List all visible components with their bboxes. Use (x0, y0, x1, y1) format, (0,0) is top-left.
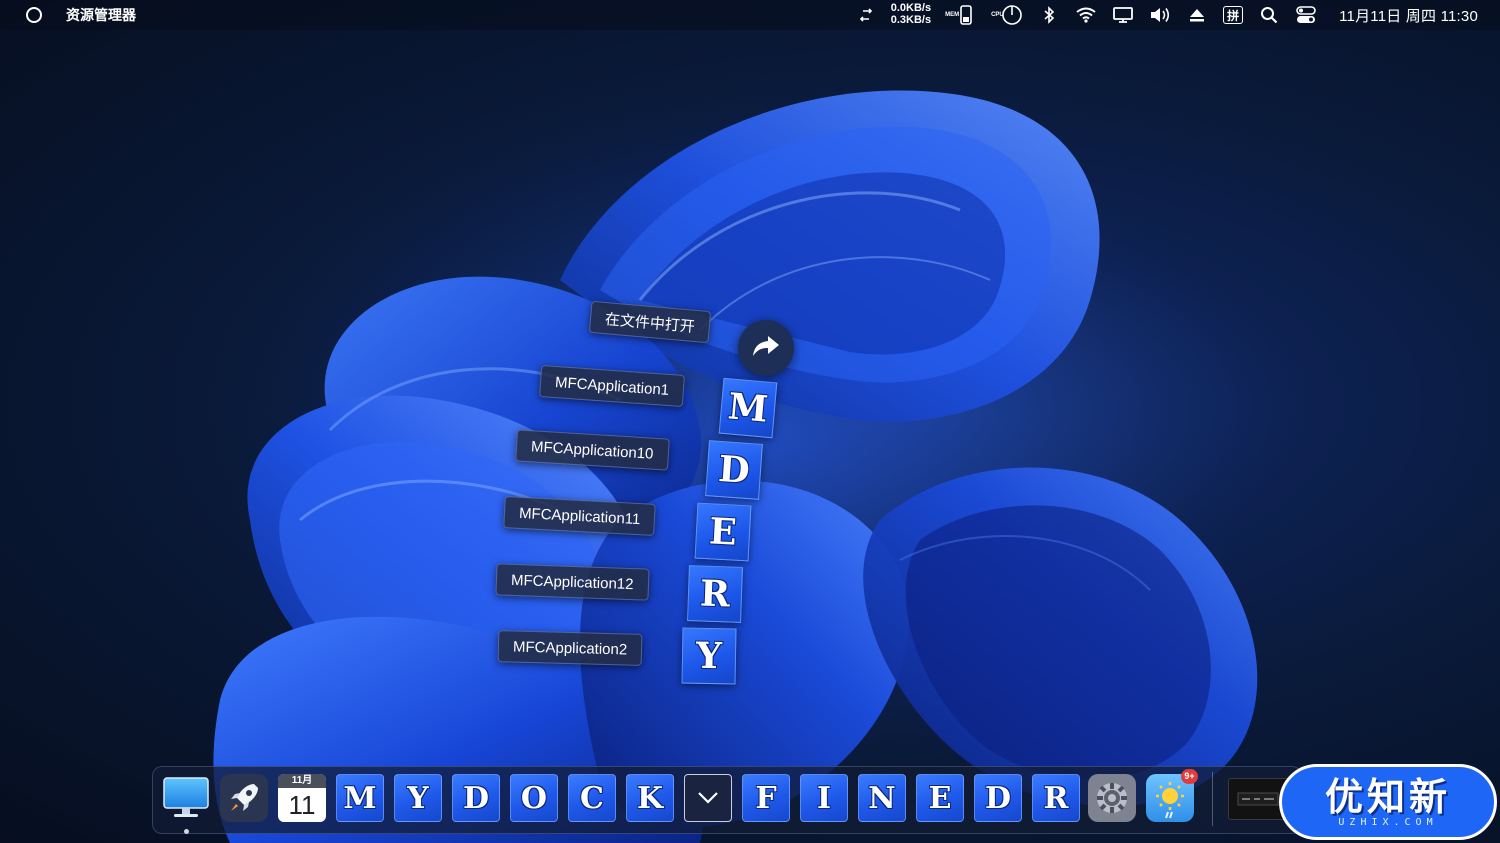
watermark-subtitle: UZHIX.COM (1338, 816, 1438, 828)
share-arrow-icon (752, 335, 780, 362)
stack-item-mfcapplication12[interactable]: MFCApplication12 (495, 563, 650, 601)
dock-letter-n[interactable]: N (858, 774, 906, 822)
network-download-speed: 0.3KB/s (890, 14, 932, 26)
calendar-month: 11月 (278, 774, 326, 788)
dock-finder[interactable] (162, 774, 210, 822)
letter-tile: O (510, 774, 558, 822)
circle-logo-icon[interactable] (26, 7, 42, 23)
status-area: 0.0KB/s 0.3KB/s MEM CPU 拼 11月11日 周四 11:3… (840, 0, 1478, 30)
sync-icon[interactable] (855, 4, 877, 26)
letter-tile: F (742, 774, 790, 822)
dock-letter-e[interactable]: E (916, 774, 964, 822)
chevron-down-icon (684, 774, 732, 822)
letter-tile: Y (394, 774, 442, 822)
stack-tile-d[interactable]: D (705, 440, 763, 500)
dock-letter-m[interactable]: M (336, 774, 384, 822)
search-icon[interactable] (1258, 4, 1280, 26)
letter-tile: R (1032, 774, 1080, 822)
stack-tile-m[interactable]: M (718, 377, 778, 439)
control-center-icon[interactable] (1295, 4, 1317, 26)
letter-tile: D (452, 774, 500, 822)
dock-stack-toggle[interactable] (684, 774, 732, 822)
site-watermark-logo: 优知新 UZHIX.COM (1279, 764, 1497, 840)
dock-letter-k[interactable]: K (626, 774, 674, 822)
finder-monitor-icon (162, 777, 210, 826)
watermark-title: 优知新 (1324, 774, 1451, 819)
cpu-label: CPU (991, 12, 1004, 18)
stack-tile-e[interactable]: E (694, 502, 752, 562)
dock-settings[interactable] (1088, 774, 1136, 822)
running-indicator (184, 829, 189, 834)
dock-letter-d-2[interactable]: D (974, 774, 1022, 822)
rocket-icon (220, 774, 268, 826)
letter-tile: D (974, 774, 1022, 822)
stack-tile-y[interactable]: Y (681, 627, 737, 685)
stack-tile-r[interactable]: R (687, 565, 743, 623)
dock-letter-r[interactable]: R (1032, 774, 1080, 822)
notification-badge: 9+ (1181, 769, 1198, 784)
app-title[interactable]: 资源管理器 (66, 5, 136, 25)
letter-tile: C (568, 774, 616, 822)
network-speed[interactable]: 0.0KB/s 0.3KB/s (891, 3, 931, 27)
gear-icon (1088, 774, 1136, 826)
menu-bar: 资源管理器 0.0KB/s 0.3KB/s MEM CPU 拼 11月11日 周… (0, 0, 1500, 30)
phone-icon[interactable] (955, 4, 977, 26)
wifi-icon[interactable] (1075, 4, 1097, 26)
dock-letter-i[interactable]: I (800, 774, 848, 822)
stack-share-button[interactable] (738, 320, 794, 376)
weather-sun-icon (1146, 774, 1194, 826)
dock-letter-f[interactable]: F (742, 774, 790, 822)
letter-tile: M (336, 774, 384, 822)
input-method-indicator[interactable]: 拼 (1223, 6, 1244, 24)
calendar-day: 11 (288, 790, 316, 820)
dock-calendar[interactable]: 11月 11 (278, 774, 326, 822)
letter-tile: I (800, 774, 848, 822)
letter-tile: K (626, 774, 674, 822)
letter-tile: N (858, 774, 906, 822)
volume-icon[interactable] (1149, 4, 1171, 26)
calendar-icon: 11月 11 (278, 774, 326, 822)
dock-weather[interactable]: 9+ (1146, 769, 1198, 822)
dock-letter-d[interactable]: D (452, 774, 500, 822)
menu-clock[interactable]: 11月11日 周四 11:30 (1339, 5, 1478, 26)
dock-letter-y[interactable]: Y (394, 774, 442, 822)
display-icon[interactable] (1112, 4, 1134, 26)
cpu-gauge-icon[interactable] (1001, 4, 1023, 26)
bluetooth-icon[interactable] (1038, 4, 1060, 26)
dock-letter-o[interactable]: O (510, 774, 558, 822)
dock-launchpad[interactable] (220, 774, 268, 822)
stack-item-mfcapplication2[interactable]: MFCApplication2 (497, 630, 643, 666)
dock-separator (1212, 772, 1213, 826)
letter-tile: E (916, 774, 964, 822)
dock-letter-c[interactable]: C (568, 774, 616, 822)
memory-label: MEM (945, 12, 960, 18)
eject-icon[interactable] (1186, 4, 1208, 26)
